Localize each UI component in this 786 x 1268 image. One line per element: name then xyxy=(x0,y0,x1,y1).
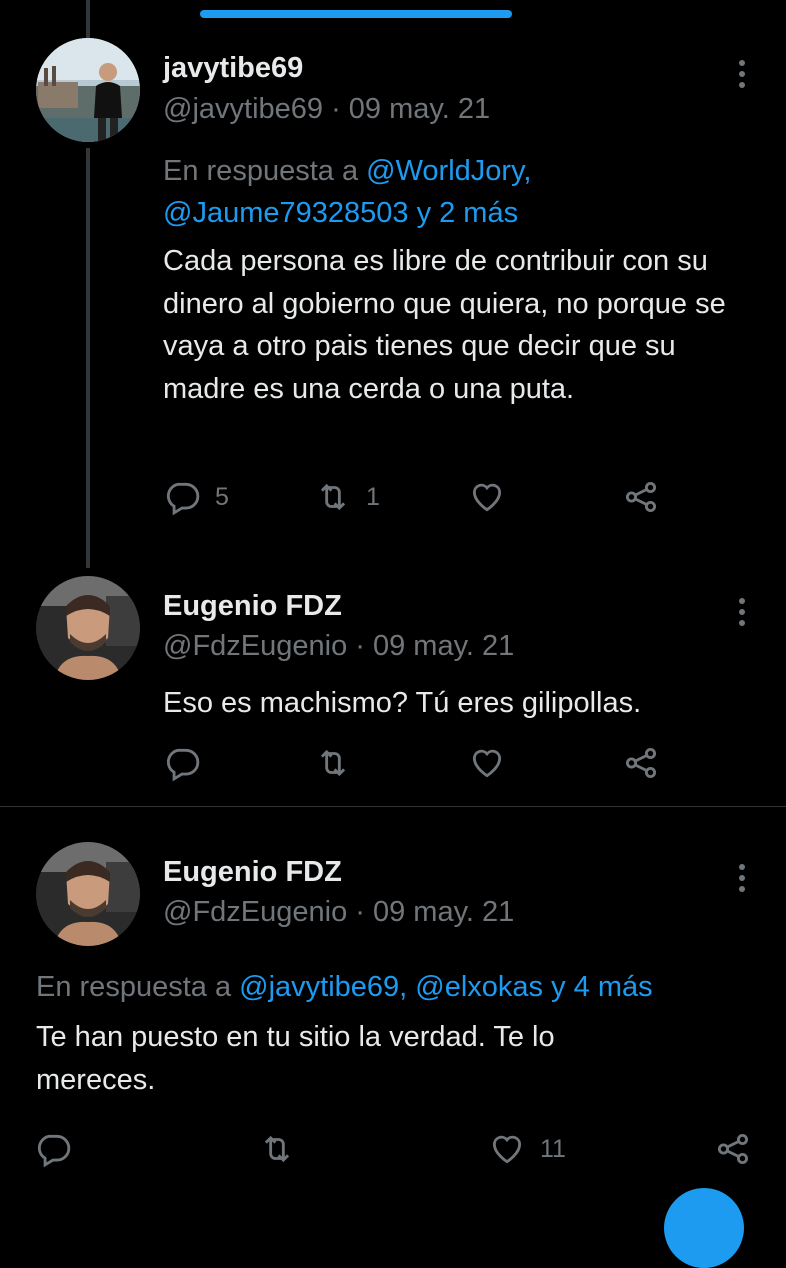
reply-context: En respuesta a @WorldJory, @Jaume7932850… xyxy=(163,150,531,234)
retweet-button[interactable] xyxy=(314,744,366,782)
author-handle-date[interactable]: @FdzEugenio · 09 may. 21 xyxy=(163,630,514,663)
avatar[interactable] xyxy=(36,842,140,946)
share-button[interactable] xyxy=(622,744,660,782)
author-name[interactable]: Eugenio FDZ xyxy=(163,590,342,623)
like-icon xyxy=(472,749,502,778)
divider xyxy=(0,806,786,807)
thread-line xyxy=(86,148,90,568)
avatar-image xyxy=(36,38,140,142)
avatar[interactable] xyxy=(36,576,140,680)
tweet-text: Te han puesto en tu sitio la verdad. Te … xyxy=(36,1021,555,1096)
more-options-icon[interactable] xyxy=(738,60,746,93)
retweet-button[interactable] xyxy=(258,1130,310,1168)
compose-button[interactable] xyxy=(664,1188,744,1268)
retweet-icon xyxy=(320,483,346,511)
like-icon xyxy=(472,483,502,512)
more-options-icon[interactable] xyxy=(738,598,746,631)
reply-prefix: En respuesta a xyxy=(36,971,232,1003)
like-button[interactable] xyxy=(468,744,520,782)
more-options-icon[interactable] xyxy=(738,864,746,897)
retweet-button[interactable]: 1 xyxy=(314,478,380,516)
like-icon xyxy=(492,1135,522,1164)
reply-button[interactable]: 5 xyxy=(163,478,229,516)
like-button[interactable] xyxy=(468,478,520,516)
share-icon xyxy=(625,481,657,513)
share-icon xyxy=(717,1133,749,1165)
reply-icon xyxy=(166,482,200,516)
like-count: 11 xyxy=(540,1134,566,1163)
reply-mention-link[interactable]: @Jaume79328503 y 2 más xyxy=(163,197,518,229)
share-icon xyxy=(625,747,657,779)
author-name[interactable]: Eugenio FDZ xyxy=(163,856,342,889)
thread-line xyxy=(86,0,90,38)
avatar-image xyxy=(36,842,140,946)
avatar-image xyxy=(36,576,140,680)
reply-context: En respuesta a @javytibe69, @elxokas y 4… xyxy=(36,966,653,1008)
like-button[interactable]: 11 xyxy=(488,1130,566,1168)
share-button[interactable] xyxy=(622,478,660,516)
reply-icon xyxy=(166,748,200,782)
reply-button[interactable] xyxy=(34,1130,86,1168)
reply-icon xyxy=(37,1134,71,1168)
author-handle-date[interactable]: @FdzEugenio · 09 may. 21 xyxy=(163,896,514,929)
reply-count: 5 xyxy=(215,482,229,511)
author-handle-date[interactable]: @javytibe69 · 09 may. 21 xyxy=(163,93,490,126)
share-button[interactable] xyxy=(714,1130,752,1168)
retweet-icon xyxy=(320,749,346,777)
reply-mention-link[interactable]: @WorldJory, xyxy=(366,155,531,187)
author-name[interactable]: javytibe69 xyxy=(163,52,303,85)
reply-mention-link[interactable]: @javytibe69, @elxokas y 4 más xyxy=(239,971,653,1003)
tweet-text: Cada persona es libre de contribuir con … xyxy=(163,245,726,405)
tweet-text: Eso es machismo? Tú eres gilipollas. xyxy=(163,687,642,719)
avatar[interactable] xyxy=(36,38,140,142)
retweet-icon xyxy=(264,1135,290,1163)
retweet-count: 1 xyxy=(366,482,380,511)
reply-prefix: En respuesta a xyxy=(163,155,359,187)
scroll-indicator[interactable] xyxy=(200,10,512,18)
reply-button[interactable] xyxy=(163,744,215,782)
